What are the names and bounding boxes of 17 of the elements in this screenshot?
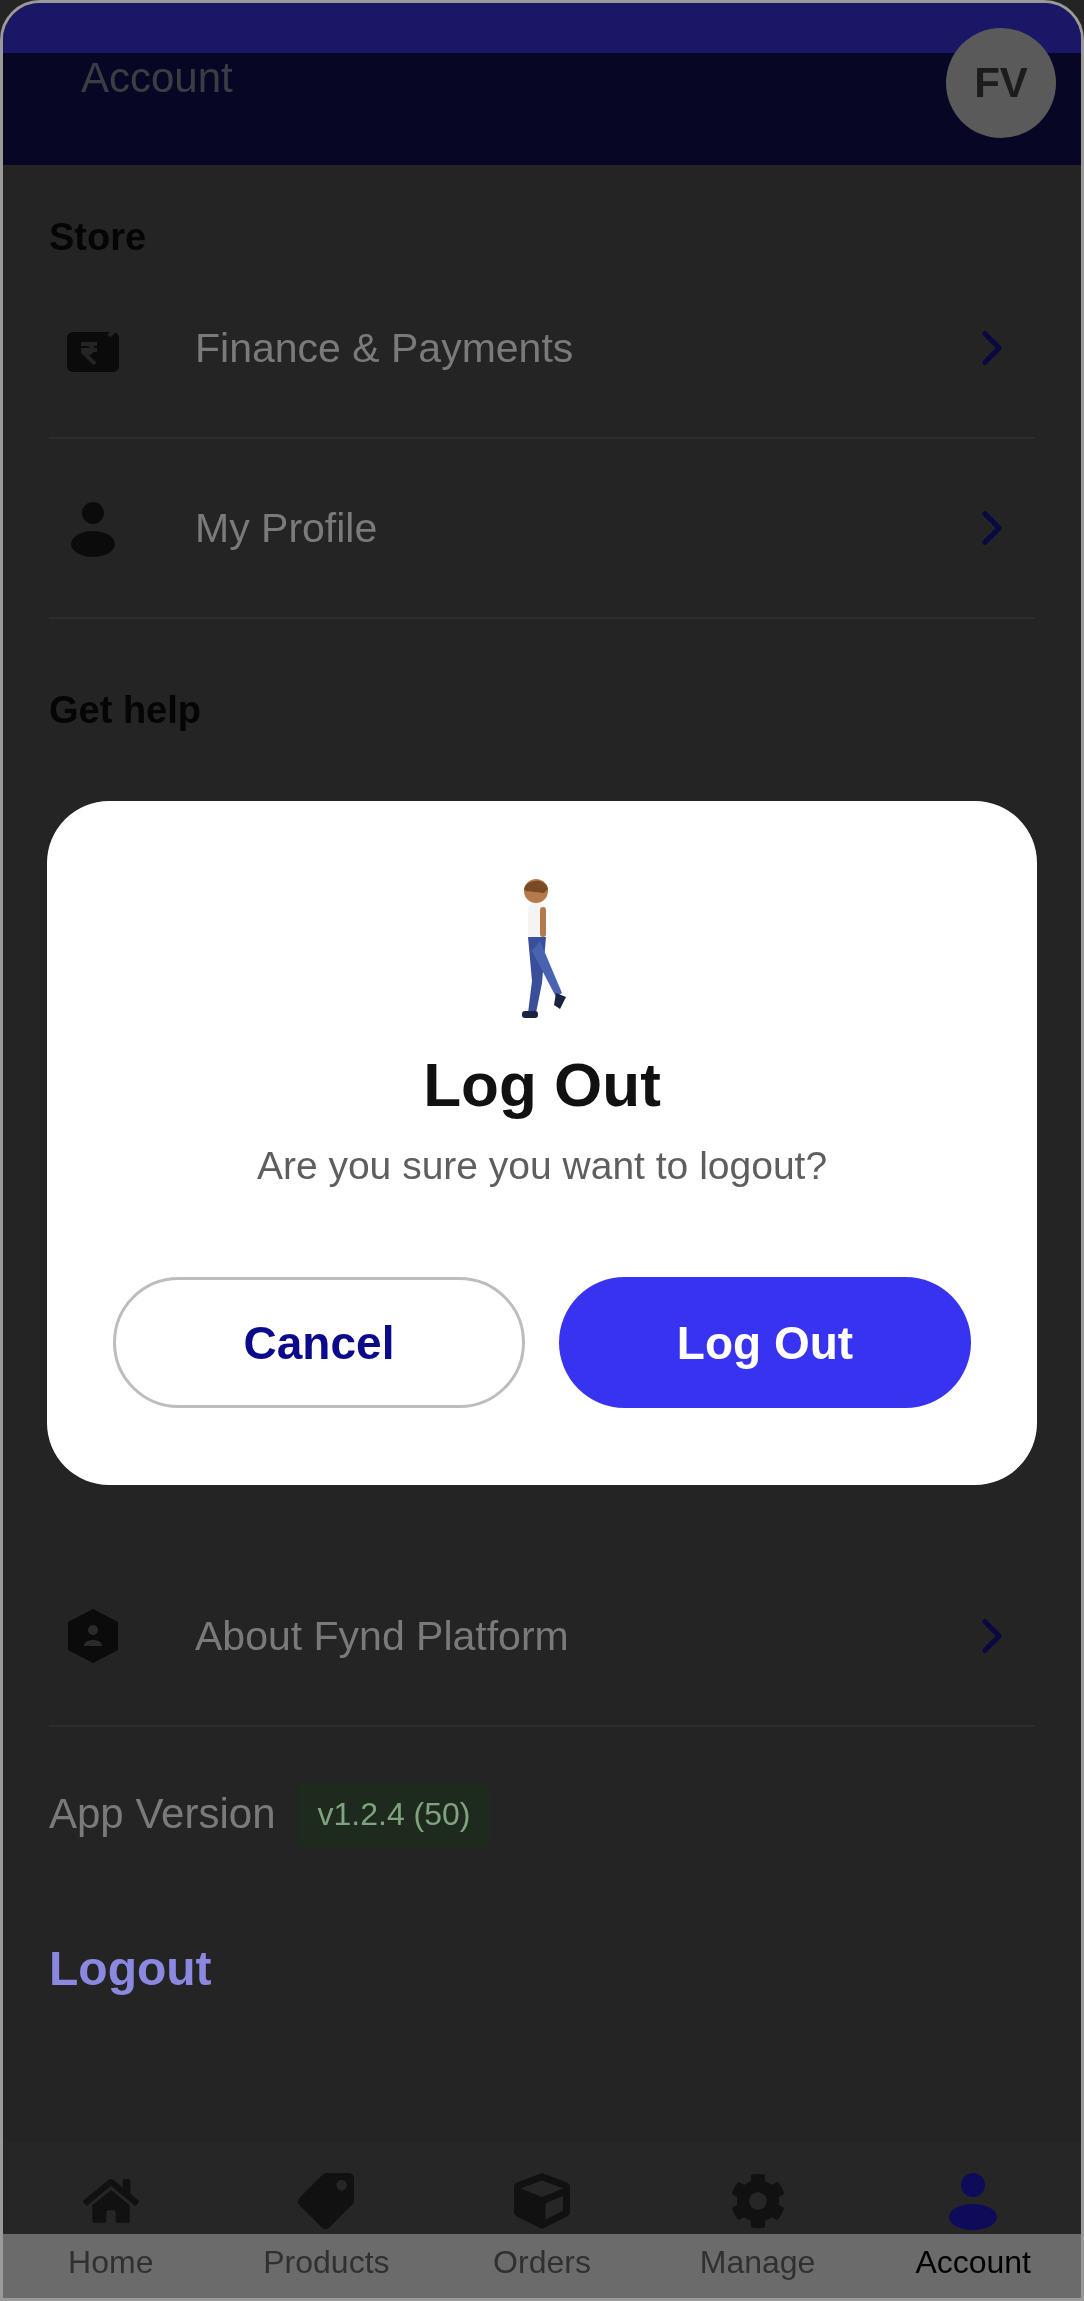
cancel-button[interactable]: Cancel — [113, 1277, 525, 1408]
confirm-button[interactable]: Log Out — [559, 1277, 971, 1408]
person-icon — [948, 2172, 999, 2230]
menu-item[interactable]: Finance & Payments — [49, 259, 1035, 439]
logout-link[interactable]: Logout — [49, 1941, 212, 1996]
menu-item[interactable]: About Fynd Platform — [49, 1547, 1035, 1727]
tab[interactable]: Products — [218, 2142, 435, 2298]
tab[interactable]: Manage — [649, 2142, 866, 2298]
version-badge: v1.2.4 (50) — [297, 1781, 491, 1847]
dialog-message: Are you sure you want to logout? — [256, 1143, 828, 1189]
menu-item[interactable]: My Profile — [49, 439, 1035, 619]
tab[interactable]: Orders — [434, 2142, 650, 2298]
version-label: App Version — [49, 1790, 276, 1838]
avatar[interactable]: FV — [946, 28, 1056, 138]
tab[interactable]: Account — [865, 2142, 1081, 2298]
dialog-title: Log Out — [423, 1049, 661, 1121]
tab[interactable]: Home — [3, 2142, 219, 2298]
